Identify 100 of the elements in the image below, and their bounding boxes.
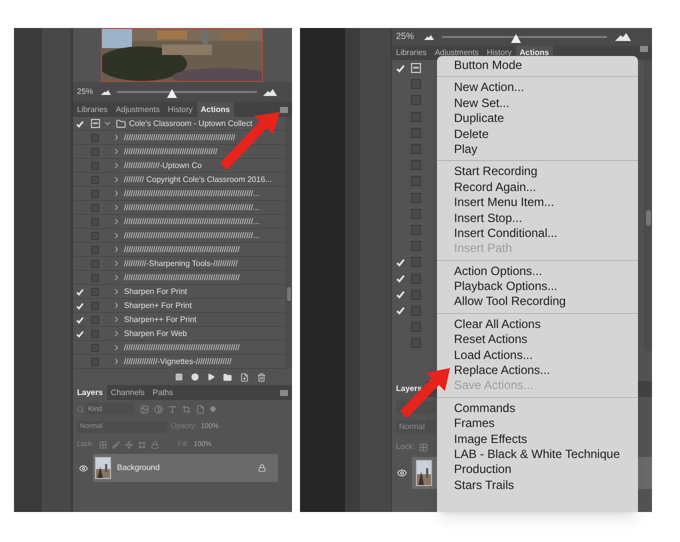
dialog-toggle-box[interactable] — [411, 79, 421, 90]
folder-icon[interactable] — [223, 372, 232, 382]
dialog-toggle-box[interactable] — [91, 344, 99, 352]
panel-tab[interactable]: Channels — [106, 385, 149, 400]
lock-pixels-icon[interactable] — [98, 441, 107, 449]
zoom-slider-thumb[interactable] — [166, 89, 177, 98]
dialog-toggle-box[interactable] — [91, 316, 99, 324]
menu-item[interactable]: LAB - Black & White Technique — [454, 446, 620, 462]
action-name[interactable]: //////////////////////////////////////////////////// — [124, 272, 240, 284]
eye-icon[interactable] — [397, 468, 407, 478]
panel-tab[interactable]: Paths — [148, 385, 178, 400]
menu-item[interactable]: Playback Options... — [454, 279, 558, 294]
dialog-toggle-icon[interactable] — [90, 119, 100, 128]
action-name[interactable]: Cole's Classroom - Uptown Collect — [129, 118, 252, 130]
panel-tab[interactable]: Adjustments — [112, 102, 164, 117]
dialog-toggle-box[interactable] — [91, 260, 99, 268]
check-icon[interactable] — [396, 274, 404, 284]
dialog-toggle-box[interactable] — [411, 224, 421, 235]
dialog-toggle-box[interactable] — [411, 160, 421, 170]
menu-item[interactable]: Image Effects — [454, 432, 528, 447]
action-name[interactable]: ////////////////-Uptown Co — [124, 160, 202, 172]
panel-tab[interactable]: History — [482, 46, 516, 60]
action-name[interactable]: //////////////////////////////////////////////////// — [124, 244, 240, 256]
dialog-toggle-box[interactable] — [411, 257, 421, 268]
menu-item[interactable]: Insert Stop... — [454, 210, 522, 226]
check-icon[interactable] — [396, 290, 404, 300]
dialog-toggle-box[interactable] — [91, 246, 99, 254]
trash-icon[interactable] — [257, 372, 266, 382]
dialog-toggle-box[interactable] — [411, 290, 421, 300]
action-name[interactable]: Sharpen For Print — [124, 286, 188, 298]
dialog-toggle-box[interactable] — [91, 232, 99, 240]
dialog-toggle-box[interactable] — [91, 148, 99, 156]
dialog-toggle-box[interactable] — [91, 330, 99, 338]
dialog-toggle-box[interactable] — [411, 144, 421, 154]
menu-item[interactable]: Start Recording — [454, 164, 538, 180]
dialog-toggle-box[interactable] — [411, 322, 421, 332]
check-icon[interactable] — [396, 64, 404, 73]
menu-item[interactable]: Load Actions... — [454, 348, 533, 364]
dialog-toggle-box[interactable] — [91, 302, 99, 310]
pixel-filter-icon[interactable] — [140, 404, 149, 414]
zoom-in-icon[interactable] — [615, 33, 631, 41]
eye-icon[interactable] — [78, 464, 88, 472]
dialog-toggle-box[interactable] — [411, 112, 421, 122]
action-name[interactable]: Sharpen++ For Print — [124, 314, 196, 326]
check-icon[interactable] — [76, 330, 84, 338]
menu-item[interactable]: Play — [454, 142, 478, 158]
menu-item[interactable]: New Set... — [454, 96, 510, 112]
dialog-toggle-box[interactable] — [91, 358, 99, 366]
dialog-toggle-box[interactable] — [411, 95, 421, 106]
panel-tab[interactable]: Layers — [73, 385, 107, 400]
check-icon[interactable] — [76, 120, 84, 128]
menu-item[interactable]: New Action... — [454, 80, 524, 96]
check-icon[interactable] — [76, 316, 84, 324]
dialog-toggle-box[interactable] — [91, 204, 99, 212]
dialog-toggle-box[interactable] — [411, 274, 421, 284]
shape-filter-icon[interactable] — [182, 404, 191, 414]
move-icon[interactable] — [124, 441, 133, 449]
menu-item[interactable]: Frames — [454, 416, 495, 432]
menu-item[interactable]: Delete — [454, 126, 489, 142]
type-filter-icon[interactable] — [168, 404, 177, 414]
filter-toggle-icon[interactable] — [210, 406, 216, 412]
dialog-toggle-box[interactable] — [411, 338, 421, 348]
menu-item[interactable]: Stars Trails — [454, 478, 514, 494]
dialog-toggle-box[interactable] — [411, 176, 421, 186]
artboard-icon[interactable] — [138, 441, 146, 449]
panel-tab[interactable]: Libraries — [73, 102, 112, 117]
panel-tab[interactable]: History — [164, 102, 197, 117]
zoom-in-icon[interactable] — [263, 88, 277, 96]
menu-item[interactable]: Insert Conditional... — [454, 226, 558, 242]
menu-item[interactable]: Production — [454, 462, 512, 478]
dialog-toggle-box[interactable] — [91, 288, 99, 296]
menu-item[interactable]: Action Options... — [454, 264, 542, 280]
smart-object-filter-icon[interactable] — [196, 404, 205, 414]
dialog-toggle-box[interactable] — [411, 128, 421, 138]
adjustment-filter-icon[interactable] — [154, 404, 163, 414]
panel-tab[interactable]: Adjustments — [430, 46, 483, 60]
action-name[interactable]: //////////////////////////////////////////////////////////... — [124, 216, 260, 228]
zoom-out-icon[interactable] — [101, 90, 111, 94]
dialog-toggle-box[interactable] — [91, 134, 99, 142]
action-name[interactable]: //////////////////////////////////////////////////////////... — [124, 230, 260, 242]
menu-item[interactable]: Commands — [454, 400, 516, 416]
action-name[interactable]: ///////// Copyright Cole's Classroom 2016... — [124, 174, 272, 186]
zoom-out-icon[interactable] — [424, 34, 434, 40]
dialog-toggle-box[interactable] — [411, 192, 421, 203]
dialog-toggle-box[interactable] — [91, 162, 99, 170]
action-name[interactable]: //////////////////////////////////////////////////////////... — [124, 202, 260, 214]
menu-item[interactable]: Insert Menu Item... — [454, 195, 554, 211]
check-icon[interactable] — [396, 258, 404, 267]
dialog-toggle-box[interactable] — [411, 208, 421, 219]
dialog-toggle-box[interactable] — [91, 190, 99, 198]
dialog-toggle-box[interactable] — [411, 241, 421, 252]
menu-item[interactable]: Reset Actions — [454, 332, 528, 348]
lock-icon[interactable] — [150, 441, 159, 449]
check-icon[interactable] — [396, 306, 404, 316]
panel-menu-icon[interactable] — [280, 390, 288, 396]
menu-item[interactable]: Button Mode — [454, 58, 522, 74]
stop-icon[interactable] — [175, 373, 183, 381]
menu-item[interactable]: Clear All Actions — [454, 316, 541, 332]
action-name[interactable]: ////////////////////////////////////////////////// — [124, 132, 236, 144]
action-name[interactable]: //////////-Sharpening Tools-/////////// — [124, 258, 238, 270]
